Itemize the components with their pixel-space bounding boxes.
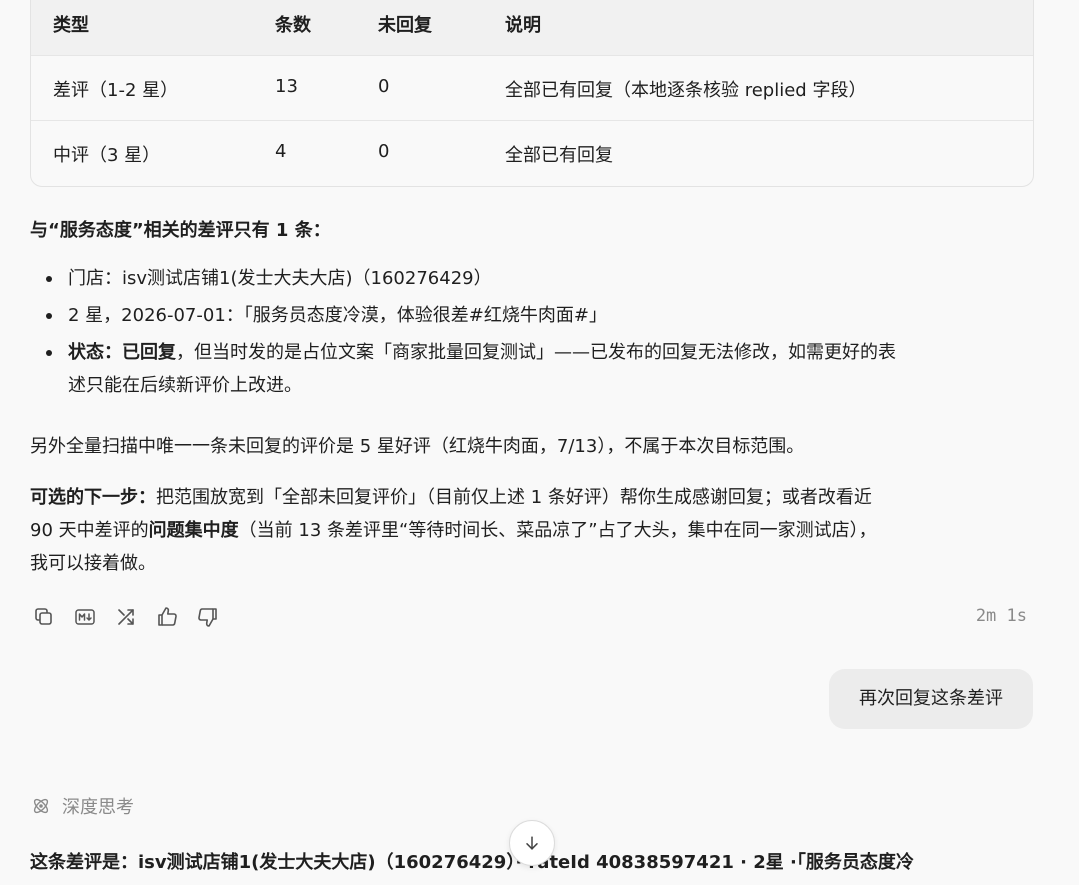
copy-button[interactable]: [32, 603, 73, 631]
table-header-row: 类型 条数 未回复 说明: [31, 0, 1033, 56]
summary-intro: 与“服务态度”相关的差评只有 1 条：: [30, 220, 331, 241]
cell-unreplied: 0: [378, 76, 390, 97]
next-step-line2-pre: 90 天中差评的: [30, 520, 149, 541]
next-step-paragraph: 可选的下一步：把范围放宽到「全部未回复评价」（目前仅上述 1 条好评）帮你生成感…: [30, 481, 1040, 580]
thumbs-down-button[interactable]: [196, 603, 237, 631]
reply-preview: 这条差评是：isv测试店铺1(发士大夫大店)（160276429）· rateI…: [30, 852, 914, 873]
bullet-rating: 2 星，2026-07-01：「服务员态度冷漠，体验很差#红烧牛肉面#」: [68, 305, 607, 326]
message-actions: [32, 603, 237, 631]
next-step-label: 可选的下一步：: [30, 487, 156, 508]
markdown-button[interactable]: [73, 603, 114, 631]
cell-unreplied: 0: [378, 141, 390, 162]
next-step-line2-post: （当前 13 条差评里“等待时间长、菜品凉了”占了大头，集中在同一家测试店），: [238, 520, 877, 541]
next-step-line1: 把范围放宽到「全部未回复评价」（目前仅上述 1 条好评）帮你生成感谢回复；或者改…: [156, 487, 872, 508]
table-row: 差评（1-2 星） 13 0 全部已有回复（本地逐条核验 replied 字段）: [31, 56, 1033, 121]
header-note: 说明: [505, 15, 541, 36]
cell-note: 全部已有回复: [505, 145, 613, 166]
share-icon: [118, 609, 134, 625]
cell-type: 中评（3 星）: [53, 145, 161, 166]
bullet-status-bold: 已回复: [122, 342, 176, 363]
cell-count: 4: [275, 141, 287, 162]
chat-page: 类型 条数 未回复 说明 差评（1-2 星） 13 0 全部已有回复（本地逐条核…: [0, 0, 1079, 885]
list-item: 2 星，2026-07-01：「服务员态度冷漠，体验很差#红烧牛肉面#」: [30, 299, 1040, 332]
arrow-down-icon: [526, 836, 538, 850]
cell-type: 差评（1-2 星）: [53, 80, 179, 101]
cell-note: 全部已有回复（本地逐条核验 replied 字段）: [505, 80, 867, 101]
share-button[interactable]: [114, 603, 155, 631]
bullet-status-line2: 述只能在后续新评价上改进。: [68, 375, 302, 396]
scroll-to-bottom-button[interactable]: [509, 820, 555, 866]
atom-icon: [33, 798, 49, 814]
bullet-store: 门店：isv测试店铺1(发士大夫大店)（160276429）: [68, 268, 492, 289]
deep-thinking-label: 深度思考: [62, 797, 134, 818]
header-type: 类型: [53, 15, 89, 36]
next-step-line2-bold: 问题集中度: [148, 520, 239, 541]
elapsed-time: 2m 1s: [975, 606, 1027, 626]
user-message-bubble: 再次回复这条差评: [829, 669, 1033, 729]
thumbs-up-button[interactable]: [155, 603, 196, 631]
summary-bullets: 门店：isv测试店铺1(发士大夫大店)（160276429） 2 星，2026-…: [30, 262, 1040, 406]
header-unreplied: 未回复: [378, 15, 432, 36]
cell-count: 13: [275, 76, 298, 97]
bullet-status-line1: ，但当时发的是占位文案「商家批量回复测试」——已发布的回复无法修改，如需更好的表: [176, 342, 896, 363]
list-item: 状态：已回复，但当时发的是占位文案「商家批量回复测试」——已发布的回复无法修改，…: [30, 336, 1040, 402]
markdown-icon: [75, 609, 95, 625]
next-step-line3: 我可以接着做。: [30, 553, 156, 574]
copy-icon: [35, 608, 52, 625]
table-row: 中评（3 星） 4 0 全部已有回复: [31, 121, 1033, 185]
deep-thinking-toggle[interactable]: 深度思考: [30, 792, 134, 820]
list-item: 门店：isv测试店铺1(发士大夫大店)（160276429）: [30, 262, 1040, 295]
thumbs-down-icon: [198, 608, 217, 627]
other-paragraph: 另外全量扫描中唯一一条未回复的评价是 5 星好评（红烧牛肉面，7/13），不属于…: [30, 436, 805, 457]
bullet-status-label: 状态：: [68, 342, 122, 363]
thumbs-up-icon: [158, 607, 177, 626]
header-count: 条数: [275, 15, 311, 36]
reviews-table: 类型 条数 未回复 说明 差评（1-2 星） 13 0 全部已有回复（本地逐条核…: [30, 0, 1034, 187]
